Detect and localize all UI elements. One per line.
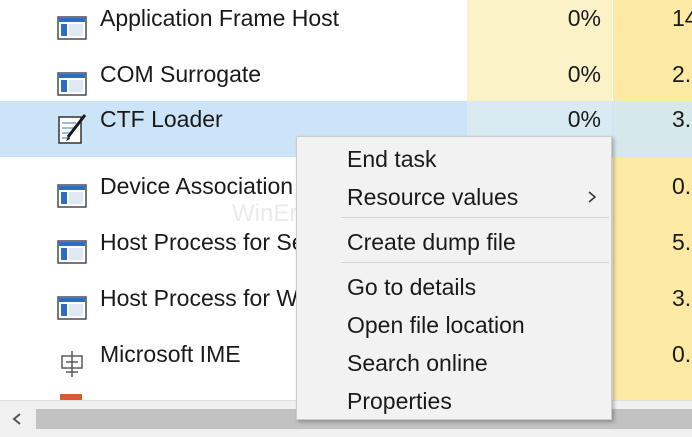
menu-item-label: Resource values (347, 184, 519, 210)
app-window-icon (57, 296, 87, 320)
app-window-icon (57, 184, 87, 208)
menu-item-properties[interactable]: Properties (297, 384, 611, 418)
context-menu: End task Resource values Create dump fil… (296, 136, 612, 420)
menu-item-label: End task (347, 146, 437, 172)
app-window-icon (57, 240, 87, 264)
menu-separator (341, 217, 609, 218)
app-window-icon (57, 72, 87, 96)
process-name: Host Process for Se (100, 229, 305, 255)
menu-item-resource-values[interactable]: Resource values (297, 180, 611, 214)
menu-item-label: Go to details (347, 274, 477, 300)
scroll-left-button[interactable] (0, 401, 34, 437)
process-memory: 5. (672, 229, 692, 255)
menu-item-label: Open file location (347, 312, 525, 338)
menu-item-search-online[interactable]: Search online (297, 346, 611, 380)
process-name: Application Frame Host (100, 5, 340, 31)
chevron-right-icon (588, 191, 597, 203)
menu-item-create-dump-file[interactable]: Create dump file (297, 225, 611, 259)
process-name: CTF Loader (100, 106, 223, 132)
menu-separator (341, 262, 609, 263)
process-memory: 3. (672, 106, 692, 132)
menu-item-end-task[interactable]: End task (297, 142, 611, 176)
menu-item-label: Search online (347, 350, 488, 376)
menu-item-label: Properties (347, 388, 452, 414)
process-memory: 0. (672, 341, 692, 367)
ime-icon (61, 351, 83, 377)
notepad-pen-icon (58, 114, 87, 144)
process-memory: 0. (672, 173, 692, 199)
menu-item-go-to-details[interactable]: Go to details (297, 270, 611, 304)
process-row[interactable]: Application Frame Host 0% 14. (0, 0, 692, 56)
process-name: Host Process for W (100, 285, 299, 311)
menu-item-label: Create dump file (347, 229, 516, 255)
process-memory: 14. (672, 5, 692, 31)
app-window-icon (57, 16, 87, 40)
process-cpu: 0% (567, 106, 601, 132)
process-memory: 2. (672, 61, 692, 87)
process-name: Microsoft IME (100, 341, 241, 367)
process-cpu: 0% (567, 61, 601, 87)
chevron-left-icon (12, 413, 21, 425)
process-cpu: 0% (567, 5, 601, 31)
process-memory: 3. (672, 285, 692, 311)
menu-item-open-file-location[interactable]: Open file location (297, 308, 611, 342)
